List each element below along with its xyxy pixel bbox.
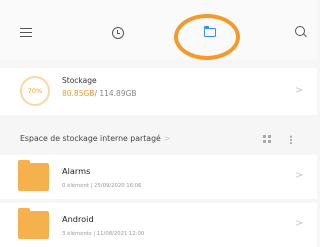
tab-files-highlight[interactable] — [174, 14, 240, 60]
list-item[interactable]: Android 3 éléments | 11/08/2021 12:00 > — [0, 203, 317, 247]
list-item[interactable]: Alarms 0 élément | 25/09/2020 16:06 > — [0, 155, 317, 199]
storage-card[interactable]: 70% Stockage 80.85GB/ 114.89GB > — [0, 68, 317, 115]
chevron-right-icon: > — [163, 134, 171, 143]
storage-percent: 70% — [27, 87, 43, 95]
section-title-label: Espace de stockage interne partagé — [20, 134, 161, 143]
grid-icon[interactable] — [263, 135, 271, 143]
chevron-right-icon: > — [295, 85, 304, 96]
top-bar — [0, 0, 317, 60]
storage-total: / 114.89GB — [94, 89, 137, 98]
chevron-right-icon: > — [295, 218, 304, 229]
file-meta: 3 éléments | 11/08/2021 12:00 — [62, 231, 145, 237]
folder-icon — [18, 160, 49, 191]
storage-title: Stockage — [62, 76, 97, 85]
file-meta: 0 élément | 25/09/2020 16:06 — [62, 183, 142, 189]
file-name: Alarms — [62, 166, 91, 176]
section-title[interactable]: Espace de stockage interne partagé > — [20, 134, 170, 143]
more-icon[interactable] — [290, 135, 292, 144]
section-header: Espace de stockage interne partagé > — [0, 126, 317, 152]
storage-usage: 80.85GB/ 114.89GB — [62, 89, 137, 98]
search-icon[interactable] — [295, 26, 305, 36]
storage-ring: 70% — [20, 76, 50, 106]
file-name: Android — [62, 214, 94, 224]
clock-icon[interactable] — [112, 27, 124, 39]
chevron-right-icon: > — [295, 170, 304, 181]
folder-icon[interactable] — [203, 26, 216, 37]
menu-icon[interactable] — [20, 28, 32, 37]
folder-icon — [18, 208, 49, 239]
storage-used: 80.85GB — [62, 89, 95, 98]
